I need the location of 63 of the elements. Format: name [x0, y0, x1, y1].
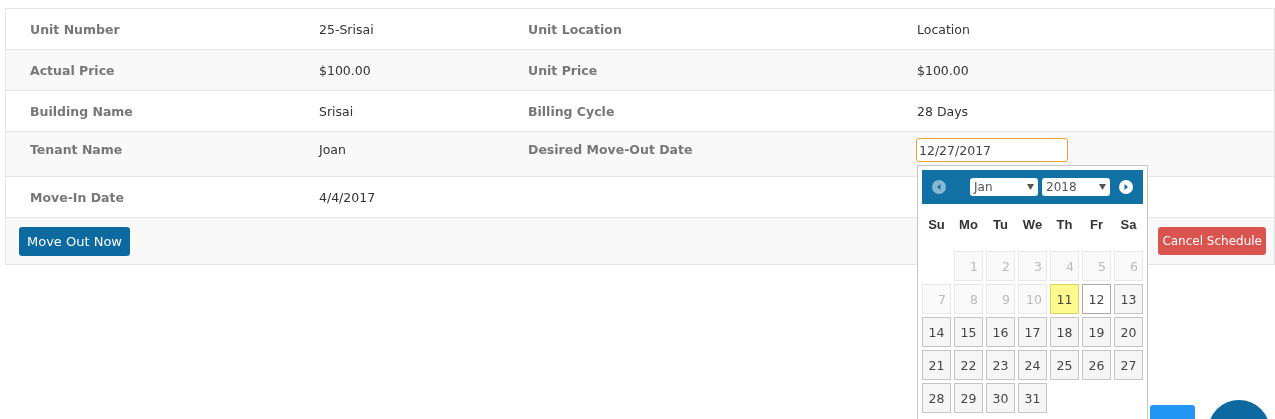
field-value: $100.00: [917, 62, 969, 78]
field-value: 28 Days: [917, 103, 969, 119]
day-cell[interactable]: 31: [1018, 383, 1047, 413]
field-label: Tenant Name: [30, 142, 123, 157]
day-cell[interactable]: 21: [922, 350, 951, 380]
day-cell[interactable]: 17: [1018, 317, 1047, 347]
field-label: Desired Move-Out Date: [528, 142, 693, 157]
day-cell: 2: [986, 251, 1015, 281]
field-label: Actual Price: [30, 62, 115, 78]
field-label: Move-In Date: [30, 189, 124, 205]
day-cell: 5: [1082, 251, 1111, 281]
field-value: Joan: [319, 142, 346, 157]
weekday-label: Sa: [1119, 216, 1138, 234]
field-value: 25-Srisai: [319, 21, 374, 37]
day-cell: 3: [1018, 251, 1047, 281]
day-cell[interactable]: 25: [1050, 350, 1079, 380]
weekday-label: We: [1021, 216, 1044, 234]
day-cell: 7: [922, 284, 951, 314]
weekday-label: Fr: [1089, 216, 1104, 234]
day-cell[interactable]: 18: [1050, 317, 1079, 347]
weekday-label: Th: [1055, 216, 1074, 234]
day-cell[interactable]: 15: [954, 317, 983, 347]
field-value: Srisai: [319, 103, 354, 119]
day-cell[interactable]: 16: [986, 317, 1015, 347]
day-cell: 9: [986, 284, 1015, 314]
weekday-label: Tu: [992, 216, 1009, 234]
day-cell: 6: [1114, 251, 1143, 281]
field-label: Building Name: [30, 103, 133, 119]
month-select[interactable]: Jan: [970, 178, 1038, 196]
day-cell[interactable]: 14: [922, 317, 951, 347]
field-value: 4/4/2017: [319, 189, 376, 205]
day-cell: 1: [954, 251, 983, 281]
field-label: Billing Cycle: [528, 103, 615, 119]
day-cell[interactable]: 19: [1082, 317, 1111, 347]
weekday-label: Mo: [958, 216, 979, 234]
day-cell: 4: [1050, 251, 1079, 281]
dropdown-caret-icon: [1099, 184, 1106, 190]
field-label: Unit Number: [30, 21, 120, 37]
day-cell[interactable]: 23: [986, 350, 1015, 380]
field-label: Unit Price: [528, 62, 598, 78]
weekday-label: Su: [927, 216, 946, 234]
day-cell[interactable]: 12: [1082, 284, 1111, 314]
day-cell[interactable]: 20: [1114, 317, 1143, 347]
date-field[interactable]: 12/27/2017: [916, 138, 1068, 162]
field-value: Location: [917, 21, 970, 37]
day-cell[interactable]: 13: [1114, 284, 1143, 314]
next-month-icon[interactable]: [1119, 180, 1133, 194]
day-cell[interactable]: 24: [1018, 350, 1047, 380]
day-cell[interactable]: 29: [954, 383, 983, 413]
day-cell[interactable]: 11: [1050, 284, 1079, 314]
day-cell: 10: [1018, 284, 1047, 314]
year-select[interactable]: 2018: [1042, 178, 1110, 196]
field-value: $100.00: [319, 62, 371, 78]
day-cell[interactable]: 27: [1114, 350, 1143, 380]
field-label: Unit Location: [528, 21, 622, 37]
cancel-schedule-button[interactable]: Cancel Schedule: [1158, 227, 1266, 255]
day-cell[interactable]: 30: [986, 383, 1015, 413]
day-cell[interactable]: 26: [1082, 350, 1111, 380]
move-out-button[interactable]: Move Out Now: [19, 226, 130, 256]
day-cell: 8: [954, 284, 983, 314]
dropdown-caret-icon: [1027, 184, 1034, 190]
day-cell[interactable]: 28: [922, 383, 951, 413]
day-cell[interactable]: 22: [954, 350, 983, 380]
